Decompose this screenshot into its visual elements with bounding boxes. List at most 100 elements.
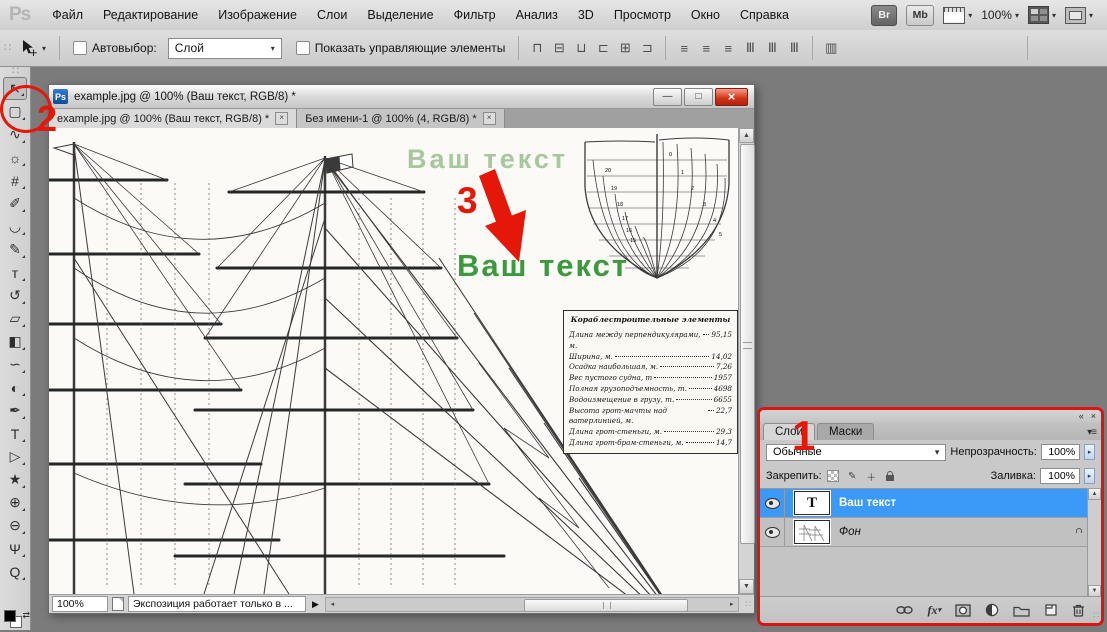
resize-grip-icon[interactable]: ∷ <box>745 599 751 610</box>
menu-item[interactable]: Слои <box>307 0 357 30</box>
document-tab-example[interactable]: example.jpg @ 100% (Ваш текст, RGB/8) * … <box>49 109 297 128</box>
eyedropper-tool[interactable]: ✐ <box>3 192 27 215</box>
align-top-edges-icon[interactable]: ⊓ <box>527 38 547 58</box>
delete-layer-icon[interactable] <box>1072 603 1085 617</box>
status-zoom-field[interactable]: 100% <box>52 596 108 612</box>
lock-position-icon[interactable]: ＋ <box>864 469 879 484</box>
gradient-tool[interactable]: ◧ <box>3 330 27 353</box>
distribute-bottom-edges-icon[interactable]: ≡ <box>718 38 738 58</box>
new-group-icon[interactable] <box>1013 604 1030 617</box>
menu-item[interactable]: Окно <box>681 0 730 30</box>
scroll-up-icon[interactable]: ▲ <box>739 128 754 143</box>
horizontal-scroll-thumb[interactable] <box>524 599 688 612</box>
custom-shape-tool[interactable]: ★ <box>3 468 27 491</box>
menu-item[interactable]: Изображение <box>208 0 307 30</box>
pen-tool[interactable]: ✒ <box>3 399 27 422</box>
tab-close-icon[interactable]: × <box>275 112 288 125</box>
opacity-field[interactable]: 100% <box>1041 444 1080 460</box>
tab-masks[interactable]: Маски <box>817 423 874 440</box>
menu-item[interactable]: Фильтр <box>444 0 506 30</box>
add-layer-mask-icon[interactable] <box>955 604 971 617</box>
new-layer-icon[interactable] <box>1044 603 1058 617</box>
distribute-horizontal-centers-icon[interactable]: Ⅲ <box>762 38 782 58</box>
align-left-edges-icon[interactable]: ⊏ <box>593 38 613 58</box>
layer-row-background[interactable]: Фон <box>760 518 1087 547</box>
launch-bridge-button[interactable]: Br <box>871 5 897 26</box>
panel-resize-grip-icon[interactable]: ∷ <box>1093 610 1099 621</box>
lock-all-icon[interactable] <box>883 469 898 484</box>
menu-item[interactable]: 3D <box>568 0 604 30</box>
healing-brush-tool[interactable]: ◡ <box>3 215 27 238</box>
close-panel-icon[interactable]: × <box>1091 411 1096 421</box>
maximize-button[interactable]: □ <box>684 88 713 106</box>
menu-item[interactable]: Выделение <box>357 0 443 30</box>
scroll-left-icon[interactable]: ◂ <box>326 598 339 611</box>
layer-name[interactable]: Фон <box>839 526 861 538</box>
panel-menu-icon[interactable]: ▾≡ <box>1087 427 1096 438</box>
menu-item[interactable]: Справка <box>730 0 799 30</box>
fill-field[interactable]: 100% <box>1040 468 1080 484</box>
visibility-cell[interactable] <box>760 518 785 546</box>
3d-orbit-tool[interactable]: ⊖ <box>3 514 27 537</box>
layer-name[interactable]: Ваш текст <box>839 497 896 509</box>
align-horizontal-centers-icon[interactable]: ⊞ <box>615 38 635 58</box>
text-layer-thumbnail[interactable]: T <box>794 491 830 515</box>
crop-tool[interactable]: # <box>3 169 27 192</box>
color-swatches[interactable]: ⇄ <box>4 610 28 632</box>
distribute-top-edges-icon[interactable]: ≡ <box>674 38 694 58</box>
lock-image-pixels-icon[interactable]: ✎ <box>845 469 860 484</box>
layer-style-icon[interactable]: fx▾ <box>927 603 941 618</box>
adjustment-layer-icon[interactable] <box>985 603 999 617</box>
document-tab-untitled[interactable]: Без имени-1 @ 100% (4, RGB/8) * × <box>297 109 504 128</box>
hand-tool[interactable]: Ψ <box>3 537 27 560</box>
distribute-vertical-centers-icon[interactable]: ≡ <box>696 38 716 58</box>
document-title-bar[interactable]: Ps example.jpg @ 100% (Ваш текст, RGB/8)… <box>49 85 754 109</box>
launch-mini-bridge-button[interactable]: Mb <box>906 5 934 26</box>
distribute-right-edges-icon[interactable]: Ⅲ <box>784 38 804 58</box>
current-tool-preset[interactable]: ▾ <box>20 39 46 57</box>
fill-spinner-icon[interactable]: ▸ <box>1084 468 1095 484</box>
opacity-spinner-icon[interactable]: ▸ <box>1084 444 1095 460</box>
auto-select-checkbox[interactable]: Автовыбор: <box>73 41 157 55</box>
layers-scrollbar[interactable]: ▲ ▼ <box>1087 488 1101 597</box>
align-vertical-centers-icon[interactable]: ⊟ <box>549 38 569 58</box>
scroll-right-icon[interactable]: ▸ <box>725 598 738 611</box>
clone-stamp-tool[interactable]: т <box>3 261 27 284</box>
3d-rotate-tool[interactable]: ⊕ <box>3 491 27 514</box>
status-flyout-icon[interactable]: ▶ <box>312 599 319 610</box>
align-bottom-edges-icon[interactable]: ⊔ <box>571 38 591 58</box>
layer-row-text[interactable]: T Ваш текст <box>760 489 1087 518</box>
collapse-panel-icon[interactable]: « <box>1079 411 1084 421</box>
history-brush-tool[interactable]: ↺ <box>3 284 27 307</box>
menu-item[interactable]: Редактирование <box>93 0 208 30</box>
visibility-cell[interactable] <box>760 489 785 517</box>
screen-mode-dropdown[interactable]: ▾ <box>1065 7 1093 24</box>
view-extras-dropdown[interactable]: ▾ <box>943 7 972 24</box>
menu-item[interactable]: Файл <box>42 0 93 30</box>
close-button[interactable]: × <box>715 88 748 106</box>
show-transform-controls-checkbox[interactable]: Показать управляющие элементы <box>296 41 506 55</box>
tab-close-icon[interactable]: × <box>483 112 496 125</box>
canvas[interactable]: 0 1 2 3 4 5 20 19 18 17 16 15 Ваш <box>49 128 738 594</box>
zoom-level-dropdown[interactable]: 100% ▾ <box>981 8 1019 22</box>
distribute-left-edges-icon[interactable]: Ⅲ <box>740 38 760 58</box>
swap-colors-icon[interactable]: ⇄ <box>22 610 30 621</box>
horizontal-scrollbar[interactable]: ◂ ▸ <box>325 597 739 612</box>
background-layer-thumbnail[interactable] <box>794 520 830 544</box>
menu-item[interactable]: Просмотр <box>604 0 681 30</box>
panel-grip-icon[interactable]: ∷ <box>4 44 10 52</box>
link-layers-icon[interactable] <box>896 605 913 615</box>
eye-icon[interactable] <box>765 527 780 538</box>
quick-selection-tool[interactable]: ☼ <box>3 146 27 169</box>
menu-item[interactable]: Анализ <box>506 0 568 30</box>
auto-align-layers-button[interactable]: ▥ <box>821 38 841 58</box>
dodge-tool[interactable]: ◐ <box>3 376 27 399</box>
vertical-scroll-thumb[interactable] <box>740 144 755 544</box>
zoom-tool[interactable]: Q <box>3 560 27 583</box>
arrange-documents-dropdown[interactable]: ▾ <box>1028 6 1056 24</box>
minimize-button[interactable]: — <box>653 88 682 106</box>
eye-icon[interactable] <box>765 498 780 509</box>
smudge-tool[interactable]: ∽ <box>3 353 27 376</box>
align-right-edges-icon[interactable]: ⊐ <box>637 38 657 58</box>
lock-transparent-pixels-icon[interactable] <box>826 469 841 484</box>
